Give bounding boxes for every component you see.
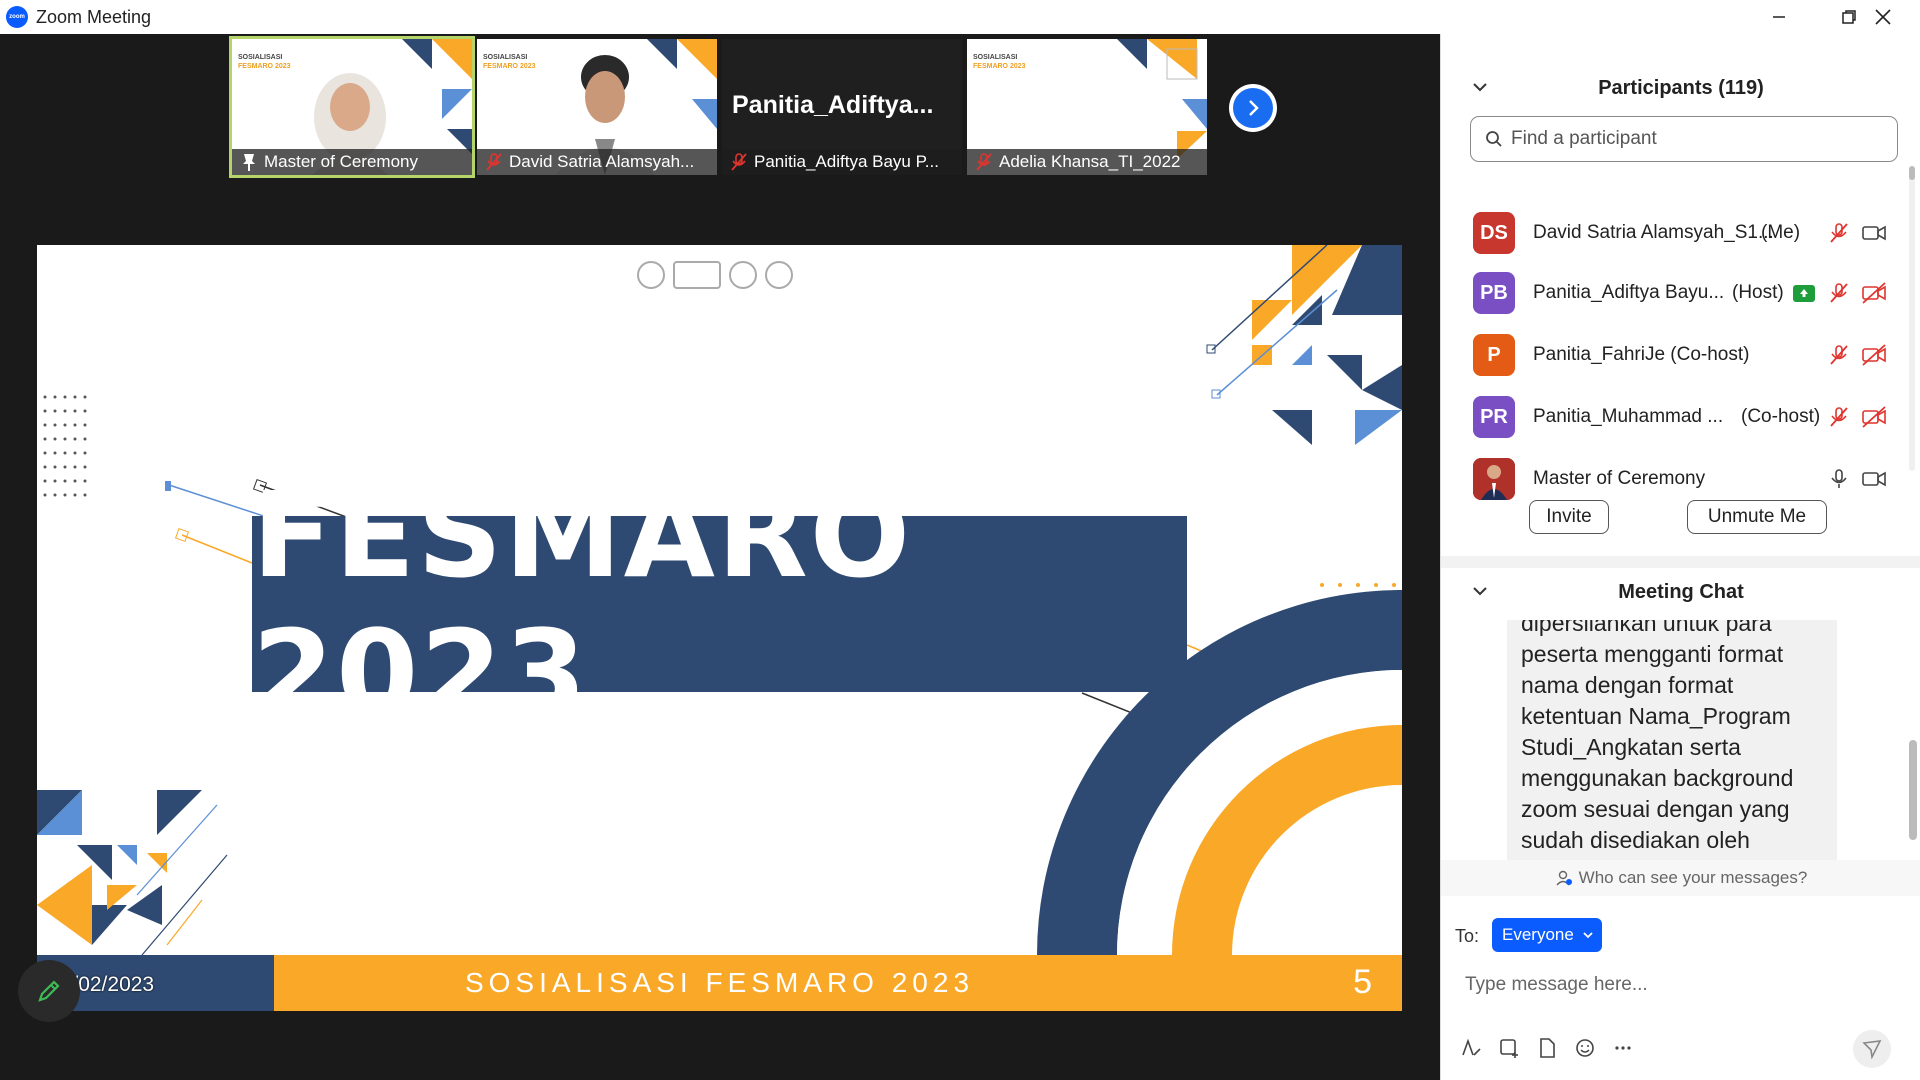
screenshot-button[interactable] [1495,1034,1523,1062]
slide-page-number: 5 [1353,963,1372,1001]
muted-mic-icon[interactable] [1827,343,1851,367]
minimize-button[interactable] [1744,0,1814,34]
minimize-icon [1773,16,1785,18]
participant-role: (Me) [1761,222,1801,243]
send-icon [1862,1040,1882,1059]
close-icon [1875,9,1891,25]
muted-mic-icon [486,153,502,171]
video-off-icon[interactable] [1861,405,1887,429]
pin-icon [243,154,255,171]
participant-name-bar: David Satria Alamsyah... [477,149,717,175]
participant-name-bar: Adelia Khansa_TI_2022 [967,149,1207,175]
panel-divider [1441,556,1920,568]
participant-display-name: Panitia_Adiftya... [732,91,934,119]
participant-role: (Host) [1732,282,1784,303]
recipient-label: To: [1455,926,1480,946]
participant-name: Master of Ceremony [1533,468,1706,489]
next-thumbnails-button[interactable] [1229,84,1277,132]
format-text-button[interactable] [1457,1034,1485,1062]
participant-name: Panitia_Muhammad ... [1533,406,1724,427]
person-icon [1556,870,1572,886]
window-title: Zoom Meeting [36,6,152,27]
video-off-icon[interactable] [1861,281,1887,305]
participant-search-input[interactable]: Find a participant [1470,116,1898,162]
mic-icon[interactable] [1827,467,1851,491]
chat-message: dipersilahkan untuk para peserta menggan… [1507,620,1837,860]
video-thumbnail[interactable]: SOSIALISASI FESMARO 2023 David Satria Ala… [477,39,717,175]
file-icon [1540,1038,1555,1058]
video-off-icon[interactable] [1861,343,1887,367]
chat-scrollbar[interactable] [1909,620,1917,860]
participant-name: Panitia_FahriJe (Co-host) [1533,344,1750,365]
avatar: PR [1473,396,1515,438]
more-options-button[interactable] [1609,1034,1637,1062]
chevron-right-icon [1249,100,1259,116]
participant-name: David Satria Alamsyah_S1... [1533,222,1774,243]
chevron-down-icon[interactable] [1471,582,1489,600]
video-on-icon[interactable] [1861,221,1887,245]
slide-title-box: FESMARO 2023 [252,466,1187,742]
zoom-logo: zoom [6,6,28,28]
emoji-button[interactable] [1571,1034,1599,1062]
participant-row[interactable]: Master of Ceremony [1441,448,1911,510]
chevron-down-icon [1583,932,1593,939]
participants-header: Participants (119) [1441,68,1920,108]
invite-button[interactable]: Invite [1529,500,1609,534]
slide-footer-text: SOSIALISASI FESMARO 2023 [464,967,975,998]
participant-row[interactable]: PB Panitia_Adiftya Bayu... (Host) [1441,262,1911,324]
send-button[interactable] [1853,1030,1891,1068]
participant-name: Panitia_Adiftya Bayu... [1533,282,1725,303]
institution-logos [637,261,793,289]
format-text-icon [1462,1038,1481,1056]
video-thumbnail[interactable]: SOSIALISASI FESMARO 2023 Master of Ceremo… [229,36,475,178]
muted-mic-icon [976,153,992,171]
avatar: PB [1473,272,1515,314]
video-thumbnail[interactable]: SOSIALISASI FESMARO 2023 Adelia Khansa_TI… [967,39,1207,175]
participants-scrollbar[interactable] [1909,166,1915,471]
annotate-button[interactable] [18,960,80,1022]
avatar [1473,458,1515,500]
participant-role: (Co-host) [1741,406,1821,427]
muted-mic-icon[interactable] [1827,281,1851,305]
recipient-select[interactable]: Everyone [1492,918,1602,952]
file-button[interactable] [1533,1034,1561,1062]
chevron-down-icon[interactable] [1471,78,1489,96]
meeting-area: SOSIALISASI FESMARO 2023 Master of Ceremo… [0,34,1440,1080]
chat-toolbar [1457,1034,1637,1062]
unmute-me-button[interactable]: Unmute Me [1687,500,1827,534]
screenshot-icon [1500,1039,1518,1058]
participant-row[interactable]: DS David Satria Alamsyah_S1... (Me) [1441,202,1911,264]
title-bar: zoom Zoom Meeting [0,0,1920,34]
muted-mic-icon[interactable] [1827,405,1851,429]
muted-mic-icon [731,153,747,171]
more-icon [1615,1046,1631,1050]
side-panel: Participants (119) Find a participant DS… [1440,34,1920,1080]
screen-share-icon [1793,284,1815,302]
video-on-icon[interactable] [1861,467,1887,491]
participant-name-bar: Panitia_Adiftya Bayu P... [722,149,962,175]
slide-title: FESMARO 2023 [252,466,913,742]
pencil-icon [38,980,60,1002]
who-can-see-link[interactable]: Who can see your messages? [1441,860,1920,896]
avatar: DS [1473,212,1515,254]
close-button[interactable] [1848,0,1918,34]
search-icon [1486,131,1502,147]
chat-header: Meeting Chat [1441,572,1920,612]
emoji-icon [1576,1039,1594,1057]
participant-row[interactable]: P Panitia_FahriJe (Co-host) [1441,324,1911,386]
chat-message-input[interactable] [1465,968,1885,1002]
video-thumbnail[interactable]: Panitia_Adiftya... Panitia_Adiftya Bayu … [722,39,962,175]
shared-screen-slide: FESMARO 2023 SOSIALISASI FESMARO 2023 5 … [37,245,1402,1011]
avatar: P [1473,334,1515,376]
participant-row[interactable]: PR Panitia_Muhammad ... (Co-host) [1441,386,1911,448]
muted-mic-icon[interactable] [1827,221,1851,245]
chat-message-text: dipersilahkan untuk para peserta menggan… [1521,620,1794,853]
participant-name-bar: Master of Ceremony [232,149,472,175]
